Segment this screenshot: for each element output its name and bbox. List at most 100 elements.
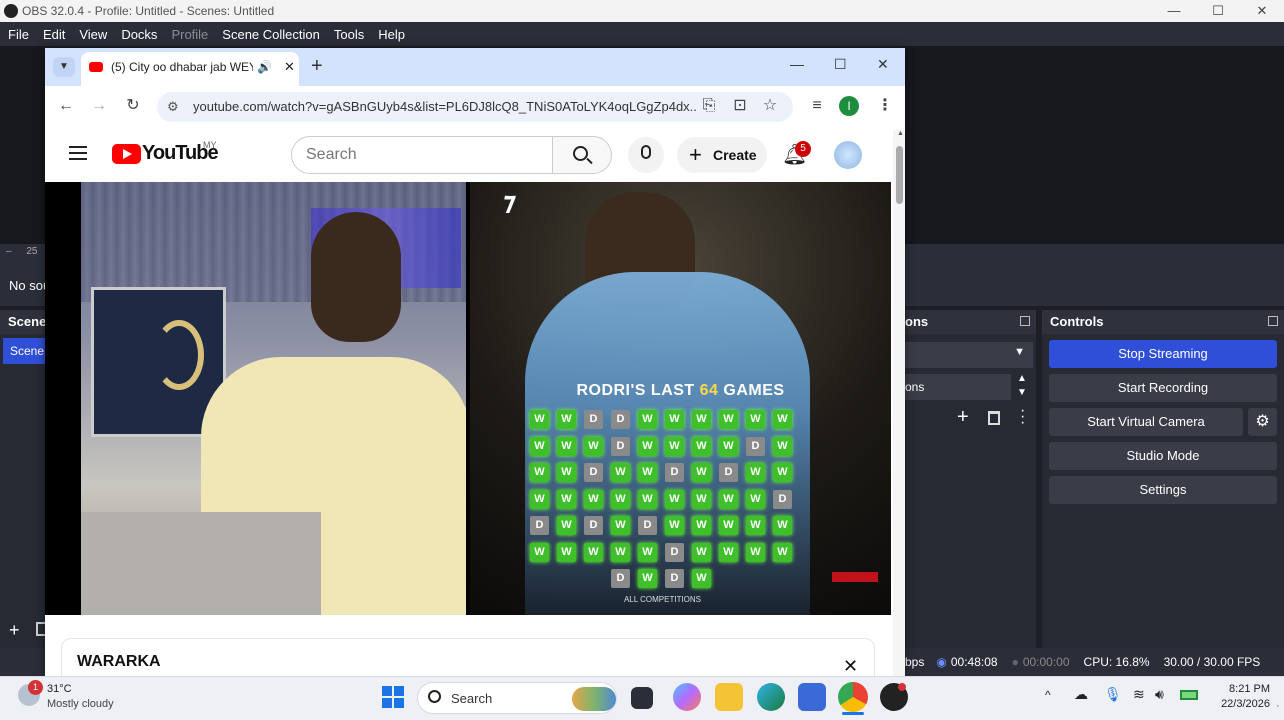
trash-icon[interactable]	[36, 622, 45, 636]
menu-file[interactable]: File	[8, 27, 29, 42]
result-cell: D	[638, 516, 657, 535]
audio-playing-icon[interactable]: 🔊	[253, 52, 276, 82]
menu-profile[interactable]: Profile	[171, 27, 208, 42]
close-icon[interactable]: ✕	[877, 56, 889, 73]
record-icon: ●	[1011, 655, 1019, 669]
result-cell: W	[530, 489, 549, 509]
record-time: 00:00:00	[1022, 655, 1070, 669]
minimize-icon[interactable]: —	[790, 56, 804, 72]
dock-float-icon[interactable]	[1268, 316, 1278, 326]
browser-tab-youtube[interactable]: (5) City oo dhabar jab WEYN 🔊 ✕	[81, 52, 299, 86]
search-input[interactable]: Search	[291, 136, 553, 174]
competitions-footer: ALL COMPETITIONS	[623, 595, 702, 604]
weather-desc[interactable]: Mostly cloudy	[47, 698, 114, 710]
athletic-logo-icon: ⁊	[502, 186, 516, 216]
maximize-icon[interactable]: ☐	[834, 56, 847, 73]
volume-icon[interactable]: 🔊︎	[1155, 686, 1164, 703]
tray-microphone-icon[interactable]: 🎙︎	[1104, 686, 1122, 703]
bookmark-star-icon[interactable]: ☆	[758, 94, 782, 118]
scrollbar-thumb[interactable]	[896, 146, 903, 204]
more-options-icon[interactable]: · · ·	[1020, 403, 1025, 431]
menu-docks[interactable]: Docks	[121, 27, 157, 42]
taskbar-search-box[interactable]: Search	[417, 682, 617, 714]
stop-streaming-button[interactable]: Stop Streaming	[1049, 340, 1277, 368]
result-cell: D	[584, 516, 603, 535]
duration-stepper[interactable]: ▲ ▼	[1017, 372, 1027, 400]
trash-icon[interactable]	[988, 411, 1000, 425]
google-lens-icon[interactable]: ⊡	[728, 94, 752, 118]
reload-icon[interactable]: ↻	[121, 94, 145, 118]
minimize-icon[interactable]: —	[1152, 0, 1196, 22]
profile-avatar[interactable]: I	[839, 96, 859, 116]
edge-icon[interactable]	[757, 683, 785, 711]
taskbar-search-label: Search	[451, 691, 493, 706]
maximize-icon[interactable]: ☐	[1196, 0, 1240, 22]
install-app-icon[interactable]: ⎘	[697, 94, 721, 118]
media-controls-icon[interactable]: ≡	[805, 94, 829, 118]
transition-select[interactable]: ▼	[905, 342, 1033, 368]
back-arrow-icon[interactable]: ←	[54, 94, 78, 118]
clock-time[interactable]: 8:21 PM	[1208, 683, 1270, 695]
menu-edit[interactable]: Edit	[43, 27, 65, 42]
start-recording-button[interactable]: Start Recording	[1049, 374, 1277, 402]
wifi-icon[interactable]: ≋	[1133, 686, 1145, 703]
battery-icon[interactable]	[1180, 690, 1198, 700]
windows-start-icon[interactable]	[382, 686, 404, 708]
microphone-icon	[641, 145, 651, 159]
virtual-camera-settings-gear-icon[interactable]: ⚙	[1248, 408, 1277, 436]
obs-title-text: OBS 32.0.4 - Profile: Untitled - Scenes:…	[22, 4, 275, 18]
hamburger-menu-icon[interactable]	[69, 146, 87, 160]
menu-view[interactable]: View	[79, 27, 107, 42]
tab-search-chevron-icon[interactable]: ▼	[53, 57, 75, 77]
add-transition-icon[interactable]: +	[957, 406, 969, 429]
result-cell: D	[530, 516, 549, 535]
headline-number: 64	[699, 382, 719, 399]
weather-temp[interactable]: 31°C	[47, 683, 72, 695]
menu-scene-collection[interactable]: Scene Collection	[222, 27, 320, 42]
result-cell: W	[719, 489, 738, 509]
scene-list-item[interactable]: Scene	[3, 338, 45, 364]
studio-mode-button[interactable]: Studio Mode	[1049, 442, 1277, 470]
result-cell: W	[638, 569, 657, 588]
close-tab-icon[interactable]: ✕	[281, 52, 298, 82]
file-explorer-icon[interactable]	[715, 683, 743, 711]
close-panel-icon[interactable]: ✕	[843, 656, 858, 677]
dock-float-icon[interactable]	[1020, 316, 1030, 326]
youtube-logo-icon[interactable]	[112, 144, 141, 164]
store-icon[interactable]	[798, 683, 826, 711]
search-highlight-image	[572, 687, 616, 711]
copilot-icon[interactable]	[673, 683, 701, 711]
chrome-taskbar-icon[interactable]	[838, 682, 868, 712]
new-tab-icon[interactable]: +	[311, 55, 323, 78]
recording-dot-icon	[898, 683, 906, 691]
start-virtual-camera-button[interactable]: Start Virtual Camera	[1049, 408, 1243, 436]
task-view-icon[interactable]	[631, 687, 653, 709]
obs-title-bar: OBS 32.0.4 - Profile: Untitled - Scenes:…	[0, 0, 1284, 22]
menu-tools[interactable]: Tools	[334, 27, 364, 42]
account-avatar[interactable]	[834, 141, 862, 169]
chrome-window: ▼ (5) City oo dhabar jab WEYN 🔊 ✕ + — ☐ …	[45, 48, 905, 678]
settings-button[interactable]: Settings	[1049, 476, 1277, 504]
duration-field[interactable]: ons	[905, 374, 1011, 400]
forward-arrow-icon[interactable]: →	[87, 94, 111, 118]
tray-chevron-icon[interactable]: ^	[1045, 688, 1051, 702]
result-cell: W	[611, 463, 630, 482]
menu-help[interactable]: Help	[378, 27, 405, 42]
close-icon[interactable]: ✕	[1240, 0, 1284, 22]
zoom-minus-icon[interactable]: –	[6, 246, 12, 257]
create-button[interactable]: + Create	[677, 137, 767, 173]
chrome-menu-icon[interactable]: ⋮	[873, 94, 897, 118]
add-scene-icon[interactable]: +	[9, 620, 20, 641]
result-cell: W	[557, 463, 576, 482]
notification-center-icon[interactable]: ·	[1276, 700, 1280, 712]
result-cell: W	[692, 410, 711, 429]
clock-date[interactable]: 22/3/2026	[1208, 698, 1270, 710]
tray-cloud-offline-icon[interactable]: ☁	[1074, 686, 1088, 703]
voice-search-button[interactable]	[628, 137, 664, 173]
result-cell: D	[746, 436, 765, 456]
search-button[interactable]	[552, 136, 612, 174]
transitions-dock: ons ▼ ons ▲ ▼ + · · ·	[905, 310, 1036, 648]
site-info-icon[interactable]: ⚙	[167, 92, 179, 122]
cpu-usage: CPU: 16.8%	[1083, 655, 1150, 669]
page-scrollbar[interactable]: ▲	[893, 130, 905, 676]
